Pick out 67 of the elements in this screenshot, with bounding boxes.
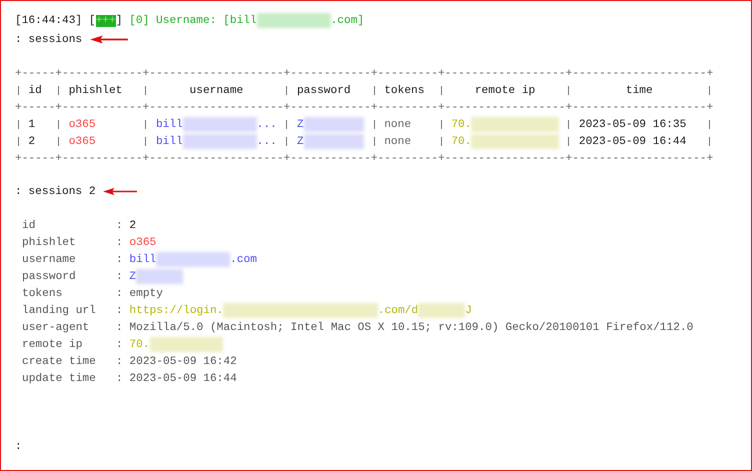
status-badge: +++: [96, 14, 116, 26]
log-text: .com]: [330, 14, 364, 26]
column-header: remote ip: [474, 84, 536, 96]
field-label: user-agent: [22, 322, 90, 334]
field-label: landing url: [22, 304, 97, 316]
field-value: Z: [129, 270, 136, 282]
field-separator: :: [116, 254, 123, 266]
field-value: bill: [129, 254, 156, 266]
field-value: o365: [129, 236, 156, 248]
table-cell: bill: [156, 136, 183, 148]
field-value: J: [465, 304, 472, 316]
table-cell: o365: [68, 118, 96, 130]
log-text: [0] Username: [bill: [129, 14, 257, 26]
table-cell: ...: [256, 136, 277, 148]
field-value: .com/d: [378, 304, 418, 316]
command-text: : sessions: [15, 34, 82, 46]
field-value: .com: [230, 254, 257, 266]
field-separator: :: [116, 322, 123, 334]
field-separator: :: [116, 304, 123, 316]
prompt-text: :: [15, 440, 22, 452]
field-label: username: [22, 254, 77, 266]
field-value: Mozilla/5.0 (Macintosh; Intel Mac OS X 10.15; rv:109.0) Gecko/20100101 Firefox/112.0: [129, 322, 694, 334]
table-rule: +-----+------------+--------------------+------------+---------+------------------+--------------------+: [15, 100, 714, 116]
table-cell: 2023-05-09 16:35: [578, 118, 686, 130]
table-cell: o365: [68, 136, 96, 148]
field-separator: :: [116, 288, 123, 300]
field-label: update time: [22, 372, 97, 384]
table-cell: ...: [256, 118, 277, 130]
column-header: password: [296, 84, 351, 96]
table-cell: 2: [28, 136, 36, 148]
table-cell: 2023-05-09 16:44: [578, 136, 686, 148]
field-separator: :: [116, 270, 123, 282]
table-rule: +-----+------------+--------------------+------------+---------+------------------+--------------------+: [15, 152, 714, 166]
table-cell: 1: [28, 118, 36, 130]
field-label: create time: [22, 356, 97, 368]
table-cell: bill: [156, 118, 183, 130]
field-separator: :: [116, 220, 123, 232]
field-separator: :: [116, 372, 123, 384]
command-text: : sessions 2: [15, 186, 96, 198]
column-header: id: [28, 84, 42, 96]
field-label: id: [22, 220, 36, 232]
field-value: 2023-05-09 16:42: [129, 356, 237, 368]
field-value: empty: [129, 288, 163, 300]
column-header: username: [190, 84, 244, 96]
field-label: remote ip: [22, 338, 84, 350]
column-header: tokens: [384, 84, 424, 96]
field-separator: :: [116, 236, 123, 248]
table-cell: Z: [296, 136, 304, 148]
field-label: phishlet: [22, 236, 77, 248]
table-cell: 70.: [451, 136, 472, 148]
field-label: password: [22, 270, 77, 282]
table-cell: none: [384, 118, 412, 130]
table-cell: Z: [296, 118, 304, 130]
table-rule: +-----+------------+--------------------+------------+---------+------------------+--------------------+: [15, 66, 714, 82]
field-label: tokens: [22, 288, 64, 300]
log-text: ]: [116, 14, 124, 26]
field-separator: :: [116, 356, 123, 368]
column-header: time: [626, 84, 653, 96]
field-value: 70.: [129, 338, 150, 350]
column-header: phishlet: [68, 84, 122, 96]
table-cell: 70.: [451, 118, 472, 130]
field-value: 2023-05-09 16:44: [129, 372, 237, 384]
field-value: https://login.: [129, 304, 224, 316]
table-cell: none: [384, 136, 412, 148]
log-text: [16:44:43] [: [15, 14, 96, 26]
field-value: 2: [129, 220, 136, 232]
field-separator: :: [116, 338, 123, 350]
